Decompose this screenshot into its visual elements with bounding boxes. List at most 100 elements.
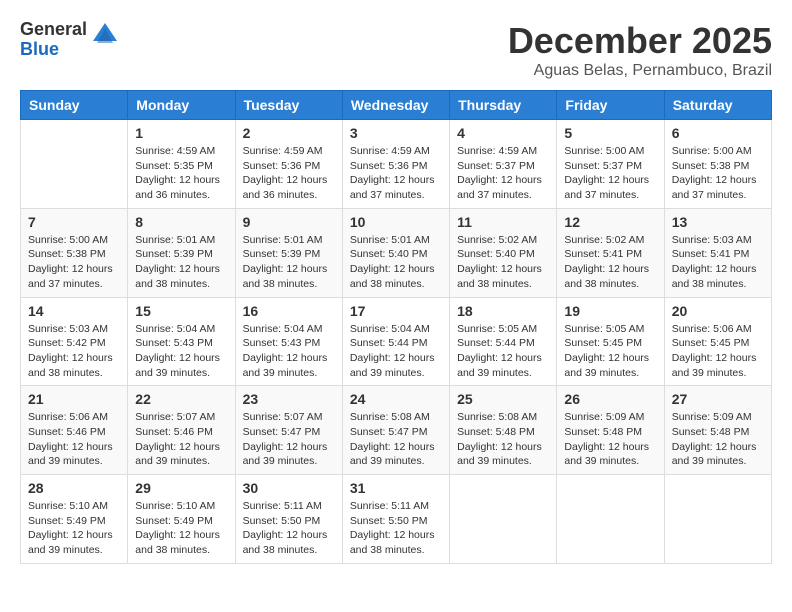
calendar-cell: 26 Sunrise: 5:09 AM Sunset: 5:48 PM Dayli…	[557, 386, 664, 475]
cell-day-number: 2	[243, 125, 335, 141]
cell-day-number: 13	[672, 214, 764, 230]
calendar-cell	[664, 475, 771, 564]
cell-info: Sunrise: 4:59 AM Sunset: 5:36 PM Dayligh…	[350, 144, 442, 203]
main-title: December 2025	[508, 20, 772, 62]
subtitle: Aguas Belas, Pernambuco, Brazil	[508, 62, 772, 80]
logo-general-text: General	[20, 20, 87, 40]
calendar-cell: 24Sunrise: 5:08 AM Sunset: 5:47 PM Dayli…	[342, 386, 449, 475]
calendar-cell: 6Sunrise: 5:00 AM Sunset: 5:38 PM Daylig…	[664, 120, 771, 209]
cell-info: Sunrise: 5:11 AM Sunset: 5:50 PM Dayligh…	[243, 499, 335, 558]
calendar-header-thursday: Thursday	[450, 91, 557, 120]
calendar-week-row: 7Sunrise: 5:00 AM Sunset: 5:38 PM Daylig…	[21, 208, 772, 297]
cell-info: Sunrise: 5:10 AM Sunset: 5:49 PM Dayligh…	[135, 499, 227, 558]
cell-day-number: 16	[243, 303, 335, 319]
header: General Blue December 2025 Aguas Belas, …	[20, 20, 772, 80]
cell-info: Sunrise: 5:04 AM Sunset: 5:43 PM Dayligh…	[243, 322, 335, 381]
logo-blue-text: Blue	[20, 40, 87, 60]
cell-info: Sunrise: 5:09 AM Sunset: 5:48 PM Dayligh…	[564, 410, 656, 469]
cell-info: Sunrise: 5:04 AM Sunset: 5:43 PM Dayligh…	[135, 322, 227, 381]
cell-info: Sunrise: 5:08 AM Sunset: 5:48 PM Dayligh…	[457, 410, 549, 469]
calendar-cell: 8 Sunrise: 5:01 AM Sunset: 5:39 PM Daylig…	[128, 208, 235, 297]
cell-day-number: 24	[350, 391, 442, 407]
calendar-cell	[450, 475, 557, 564]
cell-info: Sunrise: 4:59 AM Sunset: 5:35 PM Dayligh…	[135, 144, 227, 203]
cell-day-number: 20	[672, 303, 764, 319]
calendar-week-row: 28 Sunrise: 5:10 AM Sunset: 5:49 PM Dayli…	[21, 475, 772, 564]
calendar-cell: 27Sunrise: 5:09 AM Sunset: 5:48 PM Dayli…	[664, 386, 771, 475]
cell-info: Sunrise: 5:09 AM Sunset: 5:48 PM Dayligh…	[672, 410, 764, 469]
cell-info: Sunrise: 5:01 AM Sunset: 5:40 PM Dayligh…	[350, 233, 442, 292]
calendar-cell: 2 Sunrise: 4:59 AM Sunset: 5:36 PM Daylig…	[235, 120, 342, 209]
calendar-cell: 10 Sunrise: 5:01 AM Sunset: 5:40 PM Dayli…	[342, 208, 449, 297]
cell-info: Sunrise: 4:59 AM Sunset: 5:36 PM Dayligh…	[243, 144, 335, 203]
cell-info: Sunrise: 5:11 AM Sunset: 5:50 PM Dayligh…	[350, 499, 442, 558]
cell-day-number: 28	[28, 480, 120, 496]
calendar-cell: 23Sunrise: 5:07 AM Sunset: 5:47 PM Dayli…	[235, 386, 342, 475]
cell-info: Sunrise: 5:10 AM Sunset: 5:49 PM Dayligh…	[28, 499, 120, 558]
cell-info: Sunrise: 4:59 AM Sunset: 5:37 PM Dayligh…	[457, 144, 549, 203]
cell-day-number: 14	[28, 303, 120, 319]
calendar-cell	[21, 120, 128, 209]
logo: General Blue	[20, 20, 119, 60]
calendar-header-tuesday: Tuesday	[235, 91, 342, 120]
cell-day-number: 25	[457, 391, 549, 407]
cell-info: Sunrise: 5:00 AM Sunset: 5:38 PM Dayligh…	[672, 144, 764, 203]
calendar-cell: 30 Sunrise: 5:11 AM Sunset: 5:50 PM Dayli…	[235, 475, 342, 564]
cell-info: Sunrise: 5:01 AM Sunset: 5:39 PM Dayligh…	[243, 233, 335, 292]
calendar-week-row: 14 Sunrise: 5:03 AM Sunset: 5:42 PM Dayli…	[21, 297, 772, 386]
cell-day-number: 12	[564, 214, 656, 230]
calendar-cell: 22Sunrise: 5:07 AM Sunset: 5:46 PM Dayli…	[128, 386, 235, 475]
cell-info: Sunrise: 5:05 AM Sunset: 5:45 PM Dayligh…	[564, 322, 656, 381]
calendar-cell: 14 Sunrise: 5:03 AM Sunset: 5:42 PM Dayli…	[21, 297, 128, 386]
cell-day-number: 21	[28, 391, 120, 407]
cell-day-number: 5	[564, 125, 656, 141]
cell-info: Sunrise: 5:07 AM Sunset: 5:46 PM Dayligh…	[135, 410, 227, 469]
cell-day-number: 7	[28, 214, 120, 230]
cell-info: Sunrise: 5:06 AM Sunset: 5:46 PM Dayligh…	[28, 410, 120, 469]
calendar-cell: 25 Sunrise: 5:08 AM Sunset: 5:48 PM Dayli…	[450, 386, 557, 475]
cell-day-number: 17	[350, 303, 442, 319]
cell-day-number: 8	[135, 214, 227, 230]
cell-info: Sunrise: 5:03 AM Sunset: 5:42 PM Dayligh…	[28, 322, 120, 381]
cell-day-number: 3	[350, 125, 442, 141]
cell-info: Sunrise: 5:07 AM Sunset: 5:47 PM Dayligh…	[243, 410, 335, 469]
calendar-cell: 31 Sunrise: 5:11 AM Sunset: 5:50 PM Dayli…	[342, 475, 449, 564]
cell-day-number: 1	[135, 125, 227, 141]
calendar-cell	[557, 475, 664, 564]
calendar-cell: 13 Sunrise: 5:03 AM Sunset: 5:41 PM Dayli…	[664, 208, 771, 297]
calendar-cell: 20 Sunrise: 5:06 AM Sunset: 5:45 PM Dayli…	[664, 297, 771, 386]
calendar-cell: 5 Sunrise: 5:00 AM Sunset: 5:37 PM Daylig…	[557, 120, 664, 209]
cell-day-number: 11	[457, 214, 549, 230]
cell-info: Sunrise: 5:06 AM Sunset: 5:45 PM Dayligh…	[672, 322, 764, 381]
calendar-cell: 4Sunrise: 4:59 AM Sunset: 5:37 PM Daylig…	[450, 120, 557, 209]
cell-day-number: 10	[350, 214, 442, 230]
logo-icon	[91, 21, 119, 54]
calendar-header-wednesday: Wednesday	[342, 91, 449, 120]
calendar-header-monday: Monday	[128, 91, 235, 120]
cell-info: Sunrise: 5:01 AM Sunset: 5:39 PM Dayligh…	[135, 233, 227, 292]
cell-day-number: 31	[350, 480, 442, 496]
calendar-cell: 17 Sunrise: 5:04 AM Sunset: 5:44 PM Dayli…	[342, 297, 449, 386]
cell-day-number: 30	[243, 480, 335, 496]
title-section: December 2025 Aguas Belas, Pernambuco, B…	[508, 20, 772, 80]
calendar-cell: 1 Sunrise: 4:59 AM Sunset: 5:35 PM Daylig…	[128, 120, 235, 209]
calendar-cell: 29 Sunrise: 5:10 AM Sunset: 5:49 PM Dayli…	[128, 475, 235, 564]
calendar-cell: 18Sunrise: 5:05 AM Sunset: 5:44 PM Dayli…	[450, 297, 557, 386]
calendar-cell: 7Sunrise: 5:00 AM Sunset: 5:38 PM Daylig…	[21, 208, 128, 297]
cell-info: Sunrise: 5:03 AM Sunset: 5:41 PM Dayligh…	[672, 233, 764, 292]
calendar-cell: 3 Sunrise: 4:59 AM Sunset: 5:36 PM Daylig…	[342, 120, 449, 209]
cell-day-number: 29	[135, 480, 227, 496]
calendar-cell: 11Sunrise: 5:02 AM Sunset: 5:40 PM Dayli…	[450, 208, 557, 297]
cell-info: Sunrise: 5:05 AM Sunset: 5:44 PM Dayligh…	[457, 322, 549, 381]
calendar-cell: 21 Sunrise: 5:06 AM Sunset: 5:46 PM Dayli…	[21, 386, 128, 475]
cell-day-number: 26	[564, 391, 656, 407]
cell-info: Sunrise: 5:02 AM Sunset: 5:41 PM Dayligh…	[564, 233, 656, 292]
cell-info: Sunrise: 5:04 AM Sunset: 5:44 PM Dayligh…	[350, 322, 442, 381]
cell-info: Sunrise: 5:00 AM Sunset: 5:37 PM Dayligh…	[564, 144, 656, 203]
cell-day-number: 19	[564, 303, 656, 319]
calendar-cell: 28 Sunrise: 5:10 AM Sunset: 5:49 PM Dayli…	[21, 475, 128, 564]
calendar-header-friday: Friday	[557, 91, 664, 120]
calendar-header-row: SundayMondayTuesdayWednesdayThursdayFrid…	[21, 91, 772, 120]
calendar-week-row: 1 Sunrise: 4:59 AM Sunset: 5:35 PM Daylig…	[21, 120, 772, 209]
calendar: SundayMondayTuesdayWednesdayThursdayFrid…	[20, 90, 772, 564]
